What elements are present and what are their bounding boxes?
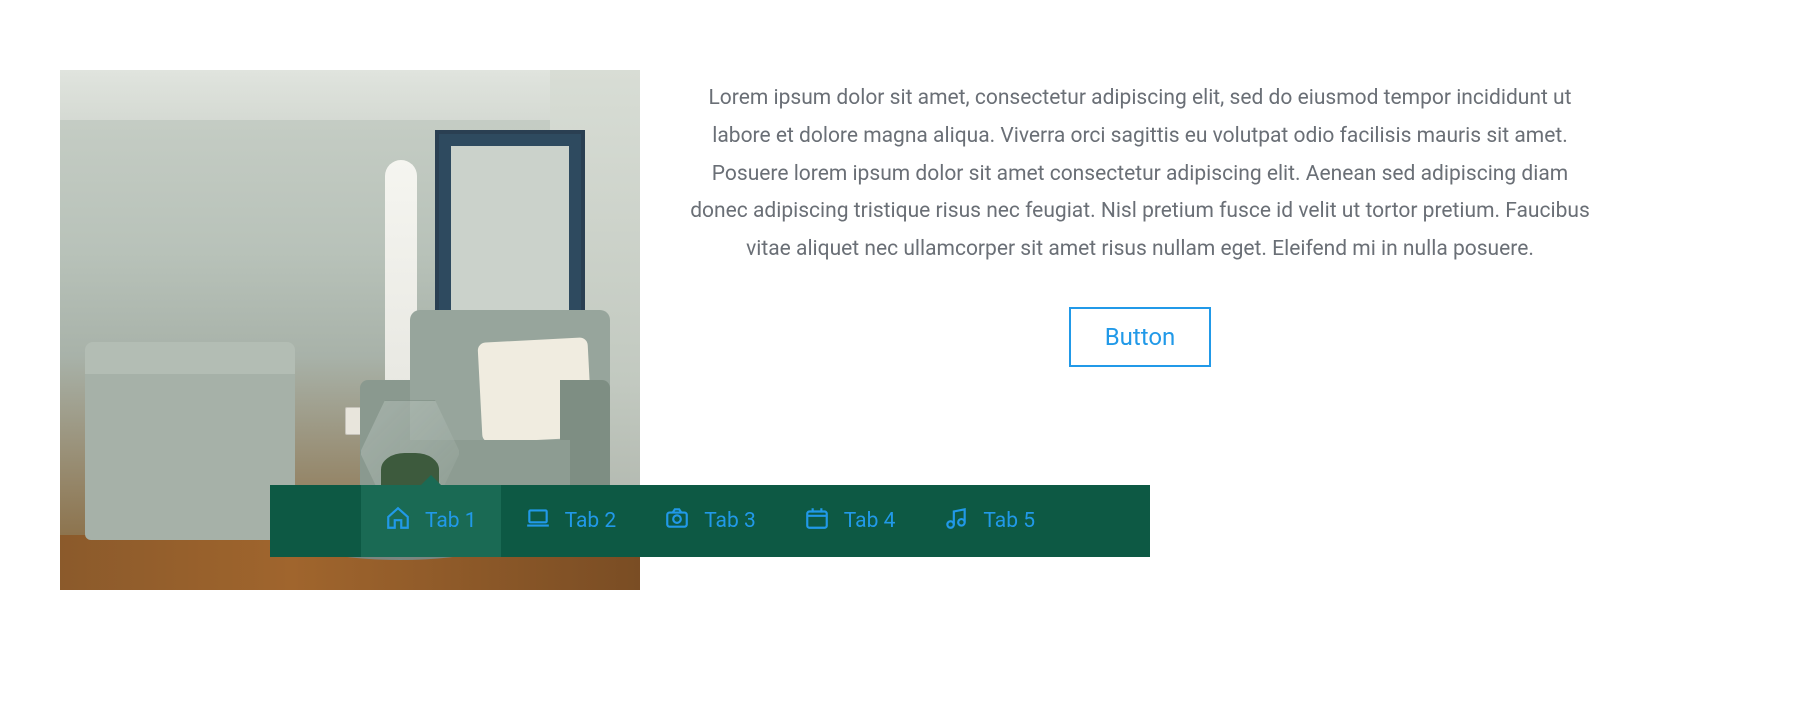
tab-3[interactable]: Tab 3 bbox=[640, 485, 780, 557]
calendar-icon bbox=[804, 505, 830, 537]
tab-label: Tab 3 bbox=[704, 509, 756, 533]
tab-bar: Tab 1 Tab 2 Tab 3 Tab 4 Tab 5 bbox=[270, 485, 1150, 557]
tab-2[interactable]: Tab 2 bbox=[501, 485, 641, 557]
tab-5[interactable]: Tab 5 bbox=[919, 485, 1059, 557]
music-icon bbox=[943, 505, 969, 537]
home-icon bbox=[385, 505, 411, 537]
tab-label: Tab 1 bbox=[425, 509, 477, 533]
tab-label: Tab 2 bbox=[565, 509, 617, 533]
tab-label: Tab 5 bbox=[983, 509, 1035, 533]
laptop-icon bbox=[525, 505, 551, 537]
tab-1[interactable]: Tab 1 bbox=[361, 485, 501, 557]
tab-label: Tab 4 bbox=[844, 509, 896, 533]
cta-button[interactable]: Button bbox=[1069, 307, 1212, 367]
camera-icon bbox=[664, 505, 690, 537]
body-text: Lorem ipsum dolor sit amet, consectetur … bbox=[690, 80, 1590, 269]
tab-4[interactable]: Tab 4 bbox=[780, 485, 920, 557]
